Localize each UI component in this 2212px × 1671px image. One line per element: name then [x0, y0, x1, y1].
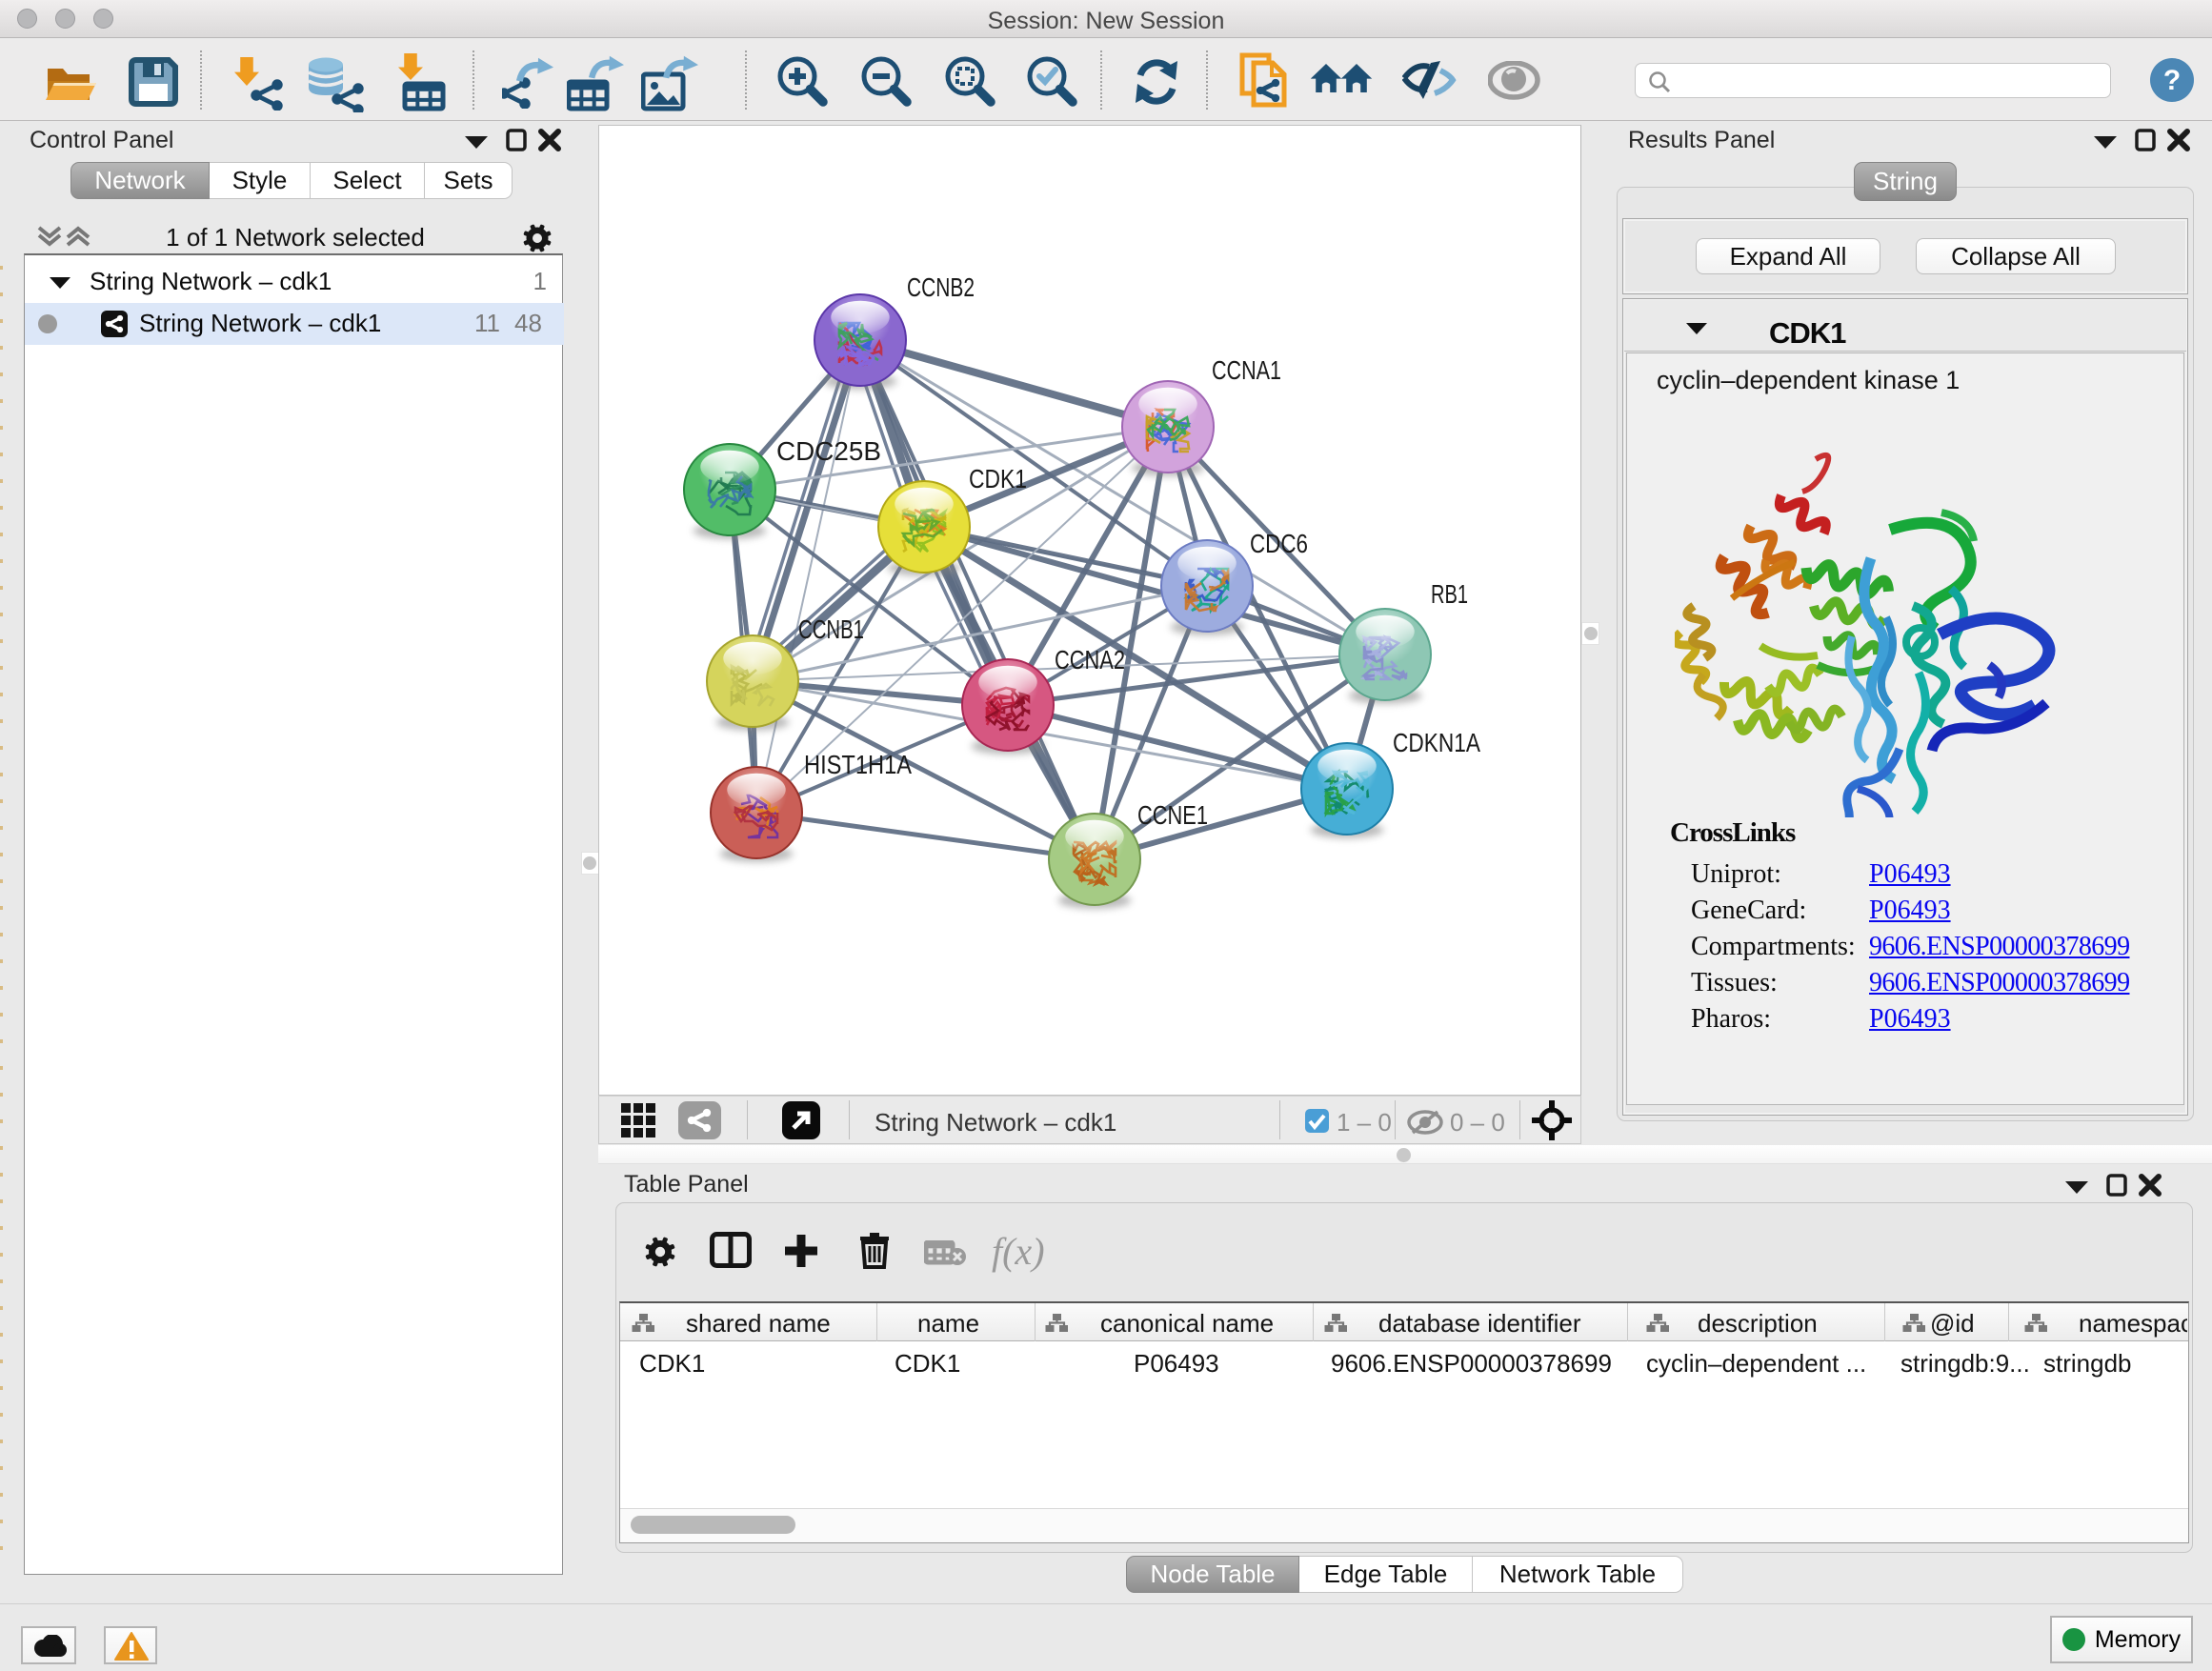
svg-text:CCNA2: CCNA2: [1055, 645, 1125, 674]
svg-text:CDC6: CDC6: [1250, 529, 1308, 558]
svg-text:CCNE1: CCNE1: [1137, 800, 1208, 830]
svg-text:CDK1: CDK1: [969, 464, 1027, 493]
svg-text:HIST1H1A: HIST1H1A: [804, 750, 912, 779]
svg-text:RB1: RB1: [1431, 579, 1468, 609]
svg-text:CDC25B: CDC25B: [776, 436, 881, 466]
svg-text:CCNB2: CCNB2: [907, 272, 975, 302]
svg-text:CDKN1A: CDKN1A: [1393, 728, 1480, 757]
svg-text:CCNA1: CCNA1: [1212, 355, 1281, 385]
svg-text:?: ?: [2163, 65, 2181, 96]
svg-text:CCNB1: CCNB1: [798, 614, 864, 644]
